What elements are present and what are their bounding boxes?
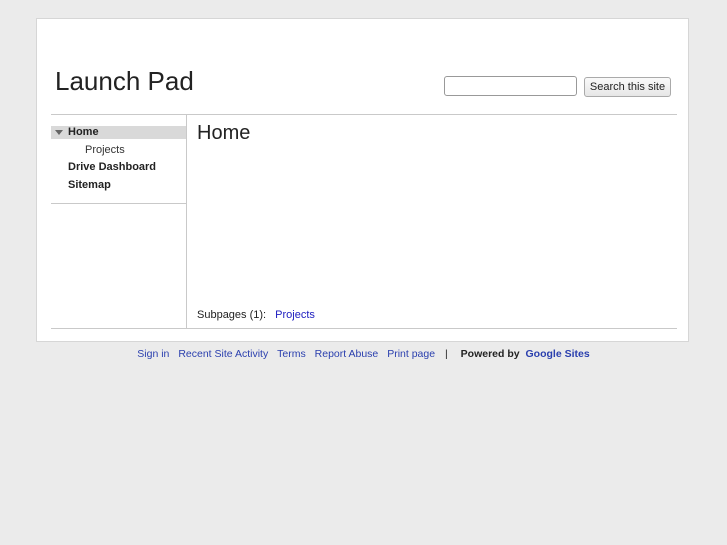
google-sites-link[interactable]: Google Sites: [526, 348, 590, 360]
sidebar-item-label: Sitemap: [68, 179, 111, 191]
sign-in-link[interactable]: Sign in: [137, 348, 169, 360]
sidebar-item-label: Home: [68, 126, 99, 138]
recent-activity-link[interactable]: Recent Site Activity: [178, 348, 268, 360]
footer: Sign in Recent Site Activity Terms Repor…: [0, 348, 727, 360]
sidebar-divider: [51, 203, 187, 204]
page-container: Launch Pad Search this site Home Project…: [36, 18, 689, 342]
sidebar-item-label: Drive Dashboard: [68, 161, 157, 173]
subpages-list: Subpages (1): Projects: [197, 309, 315, 321]
page-title: Home: [197, 122, 251, 144]
sidebar-item-label: Projects: [85, 144, 125, 156]
print-page-link[interactable]: Print page: [387, 348, 435, 360]
terms-link[interactable]: Terms: [277, 348, 306, 360]
subpage-link-projects[interactable]: Projects: [275, 309, 315, 321]
search-button[interactable]: Search this site: [584, 77, 671, 97]
content-divider: [51, 328, 677, 329]
sidebar-nav: Home Projects Drive Dashboard Sitemap: [51, 115, 187, 328]
site-title[interactable]: Launch Pad: [55, 66, 194, 97]
subpages-label: Subpages (1):: [197, 309, 267, 321]
expand-triangle-icon[interactable]: [55, 130, 63, 135]
footer-separator: |: [445, 348, 448, 360]
sidebar-item-home[interactable]: Home: [51, 126, 186, 139]
report-abuse-link[interactable]: Report Abuse: [315, 348, 379, 360]
search-input[interactable]: [444, 76, 577, 96]
powered-by-text: Powered by: [460, 348, 520, 360]
